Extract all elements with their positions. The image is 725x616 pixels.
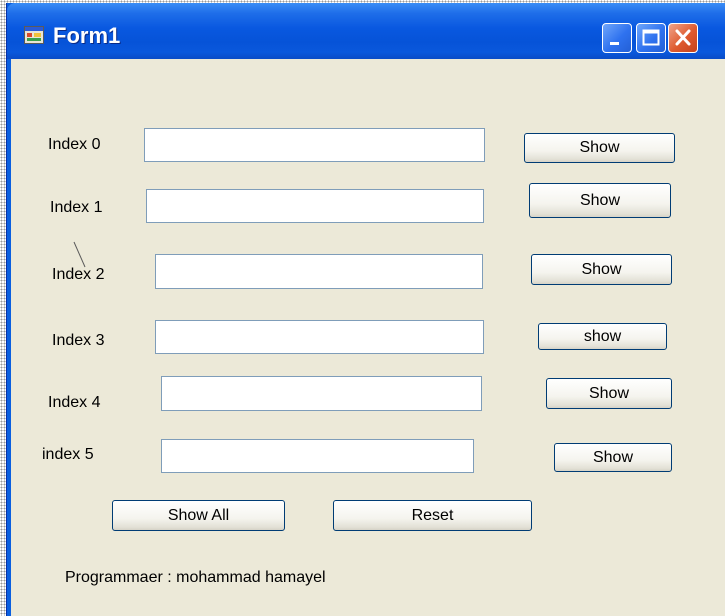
show-button-index-1[interactable]: Show <box>529 183 671 218</box>
maximize-button[interactable] <box>636 23 666 53</box>
maximize-icon <box>642 29 660 46</box>
reset-button[interactable]: Reset <box>333 500 532 531</box>
show-all-button[interactable]: Show All <box>112 500 285 531</box>
show-button-index-3[interactable]: show <box>538 323 667 350</box>
minimize-button[interactable] <box>602 23 632 53</box>
programmer-credit: Programmaer : mohammad hamayel <box>65 569 326 586</box>
minimize-icon <box>610 42 619 45</box>
pen-stroke-mark <box>73 241 86 268</box>
show-button-index-2[interactable]: Show <box>531 254 672 285</box>
form-client-area: Index 0 Show Index 1 Show Index 2 Show I… <box>11 59 725 616</box>
textbox-index-1[interactable] <box>146 189 484 223</box>
textbox-index-0[interactable] <box>144 128 485 162</box>
close-button[interactable] <box>668 23 698 53</box>
window-title: Form1 <box>53 23 121 48</box>
label-index-4: Index 4 <box>48 394 101 411</box>
label-index-0: Index 0 <box>48 136 101 153</box>
close-icon <box>675 29 691 46</box>
title-bar[interactable]: Form1 <box>7 3 725 59</box>
textbox-index-2[interactable] <box>155 254 483 289</box>
label-index-1: Index 1 <box>50 199 103 216</box>
show-button-index-4[interactable]: Show <box>546 378 672 409</box>
form-app-icon <box>24 26 44 44</box>
form-window: Form1 Index 0 Show Index 1 Show Index 2 … <box>6 3 725 616</box>
show-button-index-0[interactable]: Show <box>524 133 675 163</box>
textbox-index-5[interactable] <box>161 439 474 473</box>
textbox-index-3[interactable] <box>155 320 484 354</box>
show-button-index-5[interactable]: Show <box>554 443 672 472</box>
label-index-5: index 5 <box>42 446 94 463</box>
textbox-index-4[interactable] <box>161 376 482 411</box>
label-index-3: Index 3 <box>52 332 105 349</box>
